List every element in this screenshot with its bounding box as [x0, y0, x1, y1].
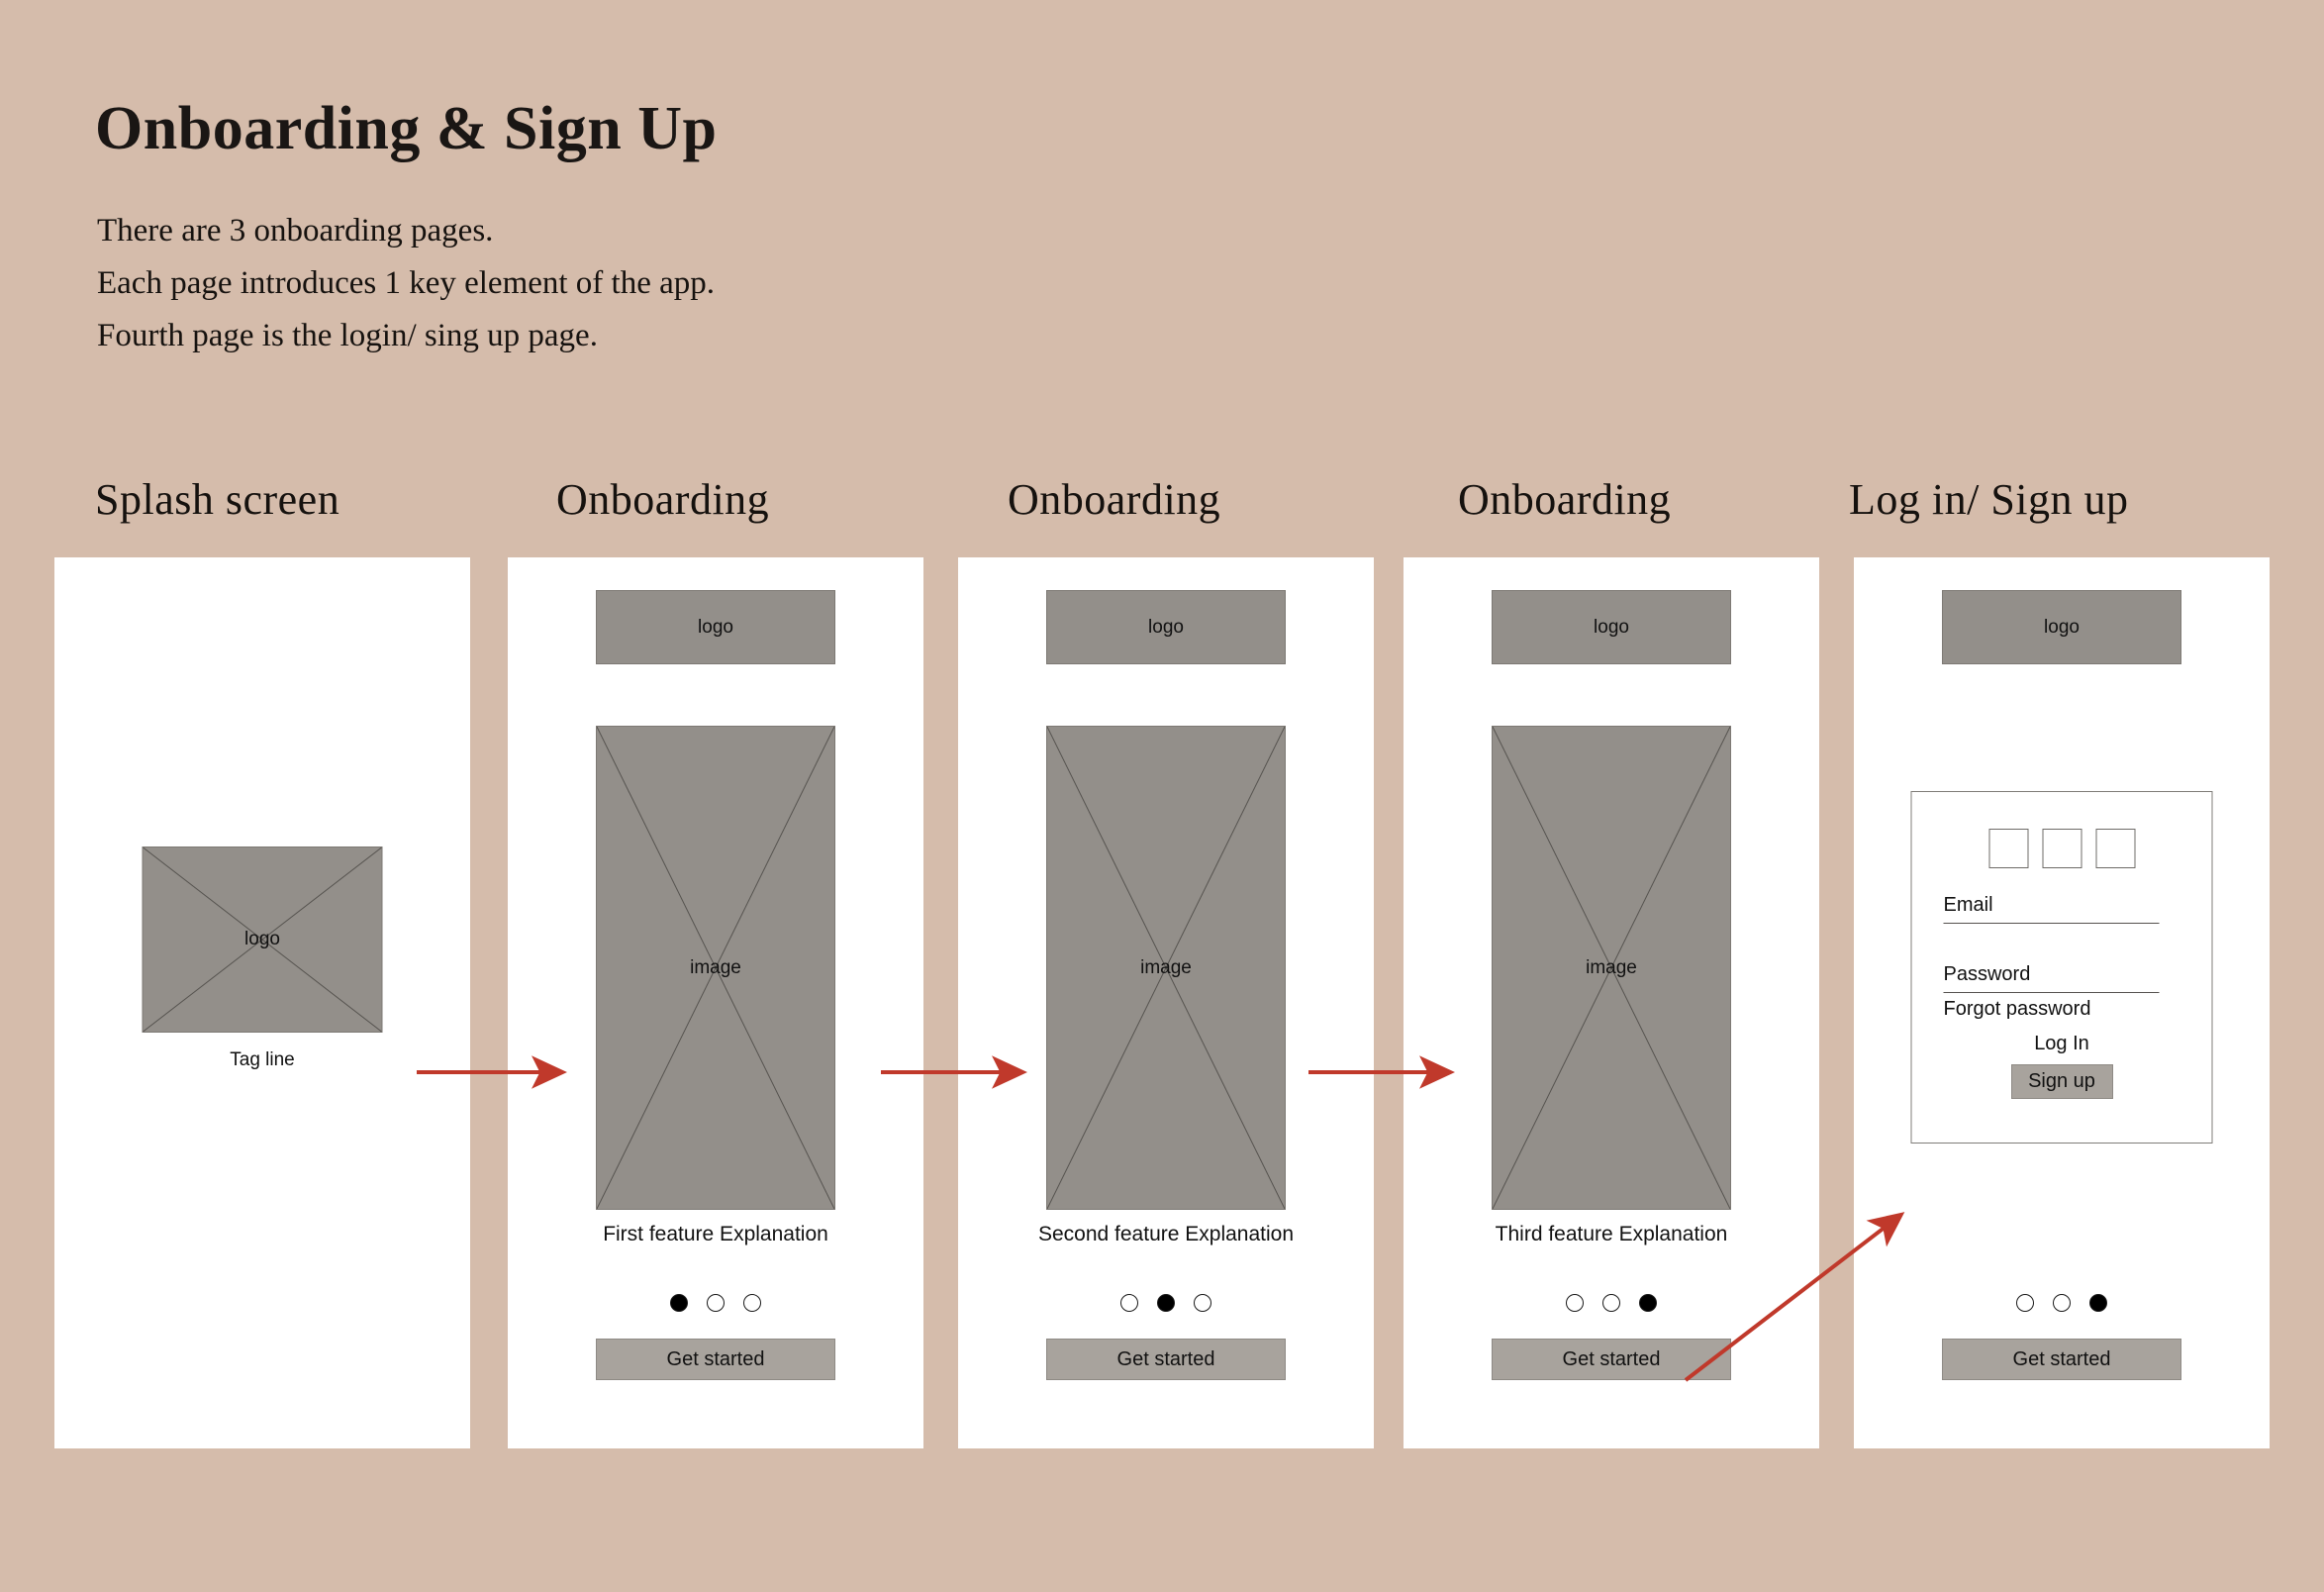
social-login-box-3[interactable] — [2095, 829, 2135, 868]
pagination-dot-2[interactable] — [2053, 1294, 2071, 1312]
onboarding-1-get-started-button[interactable]: Get started — [596, 1339, 835, 1380]
onboarding-3-image-placeholder: image — [1492, 726, 1731, 1210]
splash-tagline: Tag line — [230, 1049, 295, 1070]
screen-login-signup: logo Email Password Forgot password Log … — [1854, 557, 2270, 1448]
onboarding-1-logo-label: logo — [698, 616, 733, 638]
login-pagination-dots — [1854, 1294, 2270, 1312]
onboarding-1-image-label: image — [690, 956, 741, 978]
login-get-started-button[interactable]: Get started — [1942, 1339, 2181, 1380]
screen-onboarding-1: logo image First feature Explanation Get… — [508, 557, 923, 1448]
splash-logo-placeholder: logo — [142, 846, 383, 1033]
onboarding-2-image-label: image — [1140, 956, 1192, 978]
pagination-dot-1[interactable] — [1566, 1294, 1584, 1312]
onboarding-3-image-label: image — [1586, 956, 1637, 978]
sign-up-button[interactable]: Sign up — [2010, 1064, 2113, 1099]
pagination-dot-2[interactable] — [1602, 1294, 1620, 1312]
onboarding-3-logo-label: logo — [1594, 616, 1629, 638]
onboarding-2-image-placeholder: image — [1046, 726, 1286, 1210]
pagination-dot-3[interactable] — [2089, 1294, 2107, 1312]
screen-onboarding-2: logo image Second feature Explanation Ge… — [958, 557, 1374, 1448]
splash-logo-label: logo — [244, 929, 280, 949]
page-description-line-2: Each page introduces 1 key element of th… — [97, 265, 716, 301]
password-field[interactable]: Password — [1943, 963, 2160, 993]
pagination-dot-1[interactable] — [670, 1294, 688, 1312]
onboarding-3-get-started-button[interactable]: Get started — [1492, 1339, 1731, 1380]
screen-onboarding-3: logo image Third feature Explanation Get… — [1404, 557, 1819, 1448]
social-login-row — [1912, 829, 2212, 868]
page-description-line-1: There are 3 onboarding pages. — [97, 213, 494, 249]
column-heading-onboarding-2: Onboarding — [1008, 475, 1221, 524]
page-title: Onboarding & Sign Up — [95, 95, 718, 162]
pagination-dot-3[interactable] — [1639, 1294, 1657, 1312]
onboarding-1-logo-placeholder: logo — [596, 590, 835, 664]
onboarding-1-pagination-dots — [508, 1294, 923, 1312]
login-logo-label: logo — [2044, 616, 2080, 638]
column-heading-onboarding-1: Onboarding — [556, 475, 770, 524]
login-form-panel: Email Password Forgot password Log In Si… — [1910, 791, 2213, 1144]
onboarding-2-get-started-button[interactable]: Get started — [1046, 1339, 1286, 1380]
social-login-box-2[interactable] — [2042, 829, 2082, 868]
page-description-line-3: Fourth page is the login/ sing up page. — [97, 318, 598, 353]
email-field[interactable]: Email — [1943, 894, 2160, 924]
pagination-dot-2[interactable] — [707, 1294, 725, 1312]
column-heading-splash-screen: Splash screen — [95, 475, 340, 524]
pagination-dot-1[interactable] — [1120, 1294, 1138, 1312]
pagination-dot-3[interactable] — [1194, 1294, 1211, 1312]
onboarding-2-logo-label: logo — [1148, 616, 1184, 638]
login-logo-placeholder: logo — [1942, 590, 2181, 664]
screen-splash: logo Tag line — [54, 557, 470, 1448]
column-heading-login-signup: Log in/ Sign up — [1849, 475, 2129, 524]
onboarding-1-image-placeholder: image — [596, 726, 835, 1210]
social-login-box-1[interactable] — [1988, 829, 2028, 868]
pagination-dot-1[interactable] — [2016, 1294, 2034, 1312]
onboarding-3-feature-text: Third feature Explanation — [1495, 1223, 1728, 1245]
onboarding-1-feature-text: First feature Explanation — [603, 1223, 828, 1245]
forgot-password-link[interactable]: Forgot password — [1944, 998, 2091, 1021]
onboarding-2-feature-text: Second feature Explanation — [1037, 1223, 1295, 1245]
onboarding-2-logo-placeholder: logo — [1046, 590, 1286, 664]
column-heading-onboarding-3: Onboarding — [1458, 475, 1672, 524]
page-description: There are 3 onboarding pages. Each page … — [97, 205, 715, 362]
log-in-button[interactable]: Log In — [1912, 1033, 2212, 1055]
onboarding-3-logo-placeholder: logo — [1492, 590, 1731, 664]
onboarding-2-pagination-dots — [958, 1294, 1374, 1312]
pagination-dot-2[interactable] — [1157, 1294, 1175, 1312]
pagination-dot-3[interactable] — [743, 1294, 761, 1312]
onboarding-3-pagination-dots — [1404, 1294, 1819, 1312]
